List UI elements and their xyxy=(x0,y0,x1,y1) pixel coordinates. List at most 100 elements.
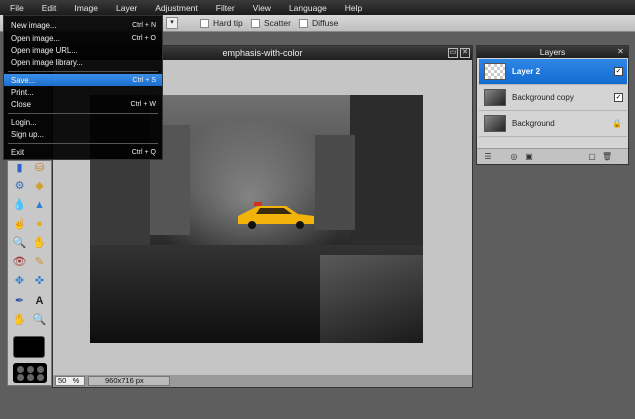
tools-panel: ▮ ⛁ ⚙ ◆ 💧 ▲ ☝ ● 🔍 ✋ 👁 ✎ ✥ ✜ ✒ A ✋ 🔍 xyxy=(7,160,52,386)
menu-item-login[interactable]: Login... xyxy=(4,116,162,128)
pinch-tool-icon[interactable]: ✜ xyxy=(32,274,47,289)
layer-styles-icon[interactable]: ▣ xyxy=(524,152,534,161)
text-tool-icon[interactable]: A xyxy=(32,294,47,309)
burn-tool-icon[interactable]: ✋ xyxy=(32,236,47,251)
hard-tip-option[interactable]: Hard tip xyxy=(200,18,243,28)
menu-item-open-image-library[interactable]: Open image library... xyxy=(4,56,162,68)
clone-stamp-icon[interactable]: ⚙ xyxy=(12,179,27,194)
preset-dot xyxy=(17,374,24,381)
menu-separator xyxy=(8,113,158,114)
menu-item-label: Login... xyxy=(11,117,37,127)
menu-item-label: Open image... xyxy=(11,33,60,43)
layer-thumbnail xyxy=(484,63,506,80)
scatter-label: Scatter xyxy=(264,18,291,28)
layer-name: Layer 2 xyxy=(512,67,541,76)
menu-item-close[interactable]: Close Ctrl + W xyxy=(4,98,162,110)
menu-item-shortcut: Ctrl + N xyxy=(132,21,156,29)
layer-name: Background xyxy=(512,119,555,128)
building-right xyxy=(350,95,423,245)
file-menu-dropdown: New image... Ctrl + N Open image... Ctrl… xyxy=(3,15,163,160)
zoom-field[interactable]: 50 % xyxy=(55,376,85,386)
layer-row-background-copy[interactable]: Background copy ✓ xyxy=(479,85,627,111)
menu-image[interactable]: Image xyxy=(74,3,98,13)
menu-separator xyxy=(8,143,158,144)
menu-item-sign-up[interactable]: Sign up... xyxy=(4,128,162,140)
bloat-tool-icon[interactable]: ✎ xyxy=(32,255,47,270)
layers-panel-header: Layers ✕ xyxy=(477,46,628,58)
layer-thumbnail xyxy=(484,89,506,106)
hand-tool-icon[interactable]: ✋ xyxy=(12,313,27,328)
paint-bucket-icon[interactable]: ⛁ xyxy=(32,161,47,176)
menu-edit[interactable]: Edit xyxy=(42,3,57,13)
close-icon[interactable]: ✕ xyxy=(460,48,470,58)
menu-item-label: New image... xyxy=(11,20,57,30)
layer-settings-icon[interactable]: ☰ xyxy=(483,152,493,161)
menu-language[interactable]: Language xyxy=(289,3,327,13)
preset-dot xyxy=(37,366,44,373)
menu-item-open-image-url[interactable]: Open image URL... xyxy=(4,44,162,56)
menu-help[interactable]: Help xyxy=(345,3,362,13)
menu-item-shortcut: Ctrl + W xyxy=(130,100,156,108)
red-eye-tool-icon[interactable]: 👁 xyxy=(12,255,27,270)
menu-item-print[interactable]: Print... xyxy=(4,86,162,98)
color-replace-icon[interactable]: ◆ xyxy=(32,179,47,194)
layer-row-layer-2[interactable]: Layer 2 ✓ xyxy=(479,59,627,85)
menu-item-open-image[interactable]: Open image... Ctrl + O xyxy=(4,32,162,44)
maximize-icon[interactable]: ▭ xyxy=(448,48,458,58)
menu-item-new-image[interactable]: New image... Ctrl + N xyxy=(4,19,162,31)
building-right-mid xyxy=(315,135,355,230)
image-dimensions: 960x716 px xyxy=(88,376,170,386)
menu-item-label: Sign up... xyxy=(11,129,44,139)
layer-row-background[interactable]: Background 🔒 xyxy=(479,111,627,137)
brush-size-dropdown[interactable]: ▾ xyxy=(166,17,178,29)
menu-view[interactable]: View xyxy=(253,3,271,13)
sponge-tool-icon[interactable]: ● xyxy=(32,217,47,232)
new-layer-icon[interactable]: ▢ xyxy=(587,152,597,161)
menu-item-label: Open image URL... xyxy=(11,45,78,55)
menu-filter[interactable]: Filter xyxy=(216,3,235,13)
layers-panel: Layers ✕ Layer 2 ✓ Background copy ✓ Bac… xyxy=(476,45,629,165)
hard-tip-label: Hard tip xyxy=(213,18,243,28)
preset-dot xyxy=(27,366,34,373)
sidewalk xyxy=(320,255,423,343)
menu-item-shortcut: Ctrl + O xyxy=(131,34,156,42)
color-swatch[interactable] xyxy=(13,336,45,358)
menu-item-exit[interactable]: Exit Ctrl + Q xyxy=(4,146,162,158)
blur-tool-icon[interactable]: 💧 xyxy=(12,198,27,213)
zoom-value: 50 xyxy=(58,376,67,385)
zoom-tool-icon[interactable]: 🔍 xyxy=(32,313,47,328)
sharpen-tool-icon[interactable]: ▲ xyxy=(32,198,47,213)
brush-presets[interactable] xyxy=(13,363,47,383)
gradient-tool-icon[interactable]: ▮ xyxy=(12,161,27,176)
lock-icon: 🔒 xyxy=(612,119,622,128)
scatter-option[interactable]: Scatter xyxy=(251,18,291,28)
hard-tip-checkbox[interactable] xyxy=(200,18,209,28)
diffuse-label: Diffuse xyxy=(312,18,339,28)
yellow-taxi xyxy=(238,202,314,229)
move-tool-icon[interactable]: ✥ xyxy=(12,274,27,289)
menu-file[interactable]: File xyxy=(10,3,24,13)
layers-close-icon[interactable]: ✕ xyxy=(616,47,625,56)
preset-dot xyxy=(27,374,34,381)
layer-mask-icon[interactable]: ◎ xyxy=(509,152,519,161)
menubar: File Edit Image Layer Adjustment Filter … xyxy=(0,0,635,15)
diffuse-option[interactable]: Diffuse xyxy=(299,18,338,28)
delete-layer-icon[interactable]: 🗑 xyxy=(602,152,612,161)
preset-dot xyxy=(17,366,24,373)
menu-item-label: Save... xyxy=(11,75,36,85)
status-bar: 50 % 960x716 px xyxy=(53,375,472,387)
diffuse-checkbox[interactable] xyxy=(299,18,308,28)
visibility-checkbox[interactable]: ✓ xyxy=(614,67,623,76)
zoom-magnifier-icon[interactable]: 🔍 xyxy=(12,236,27,251)
scatter-checkbox[interactable] xyxy=(251,18,260,28)
menu-item-label: Exit xyxy=(11,147,24,157)
zoom-unit: % xyxy=(72,376,80,385)
pen-tool-icon[interactable]: ✒ xyxy=(12,294,27,309)
layers-panel-title: Layers xyxy=(539,47,566,57)
menu-item-save[interactable]: Save... Ctrl + S xyxy=(4,74,162,86)
menu-layer[interactable]: Layer xyxy=(116,3,137,13)
smudge-tool-icon[interactable]: ☝ xyxy=(12,217,27,232)
menu-adjustment[interactable]: Adjustment xyxy=(155,3,198,13)
visibility-checkbox[interactable]: ✓ xyxy=(614,93,623,102)
menu-item-label: Close xyxy=(11,99,31,109)
